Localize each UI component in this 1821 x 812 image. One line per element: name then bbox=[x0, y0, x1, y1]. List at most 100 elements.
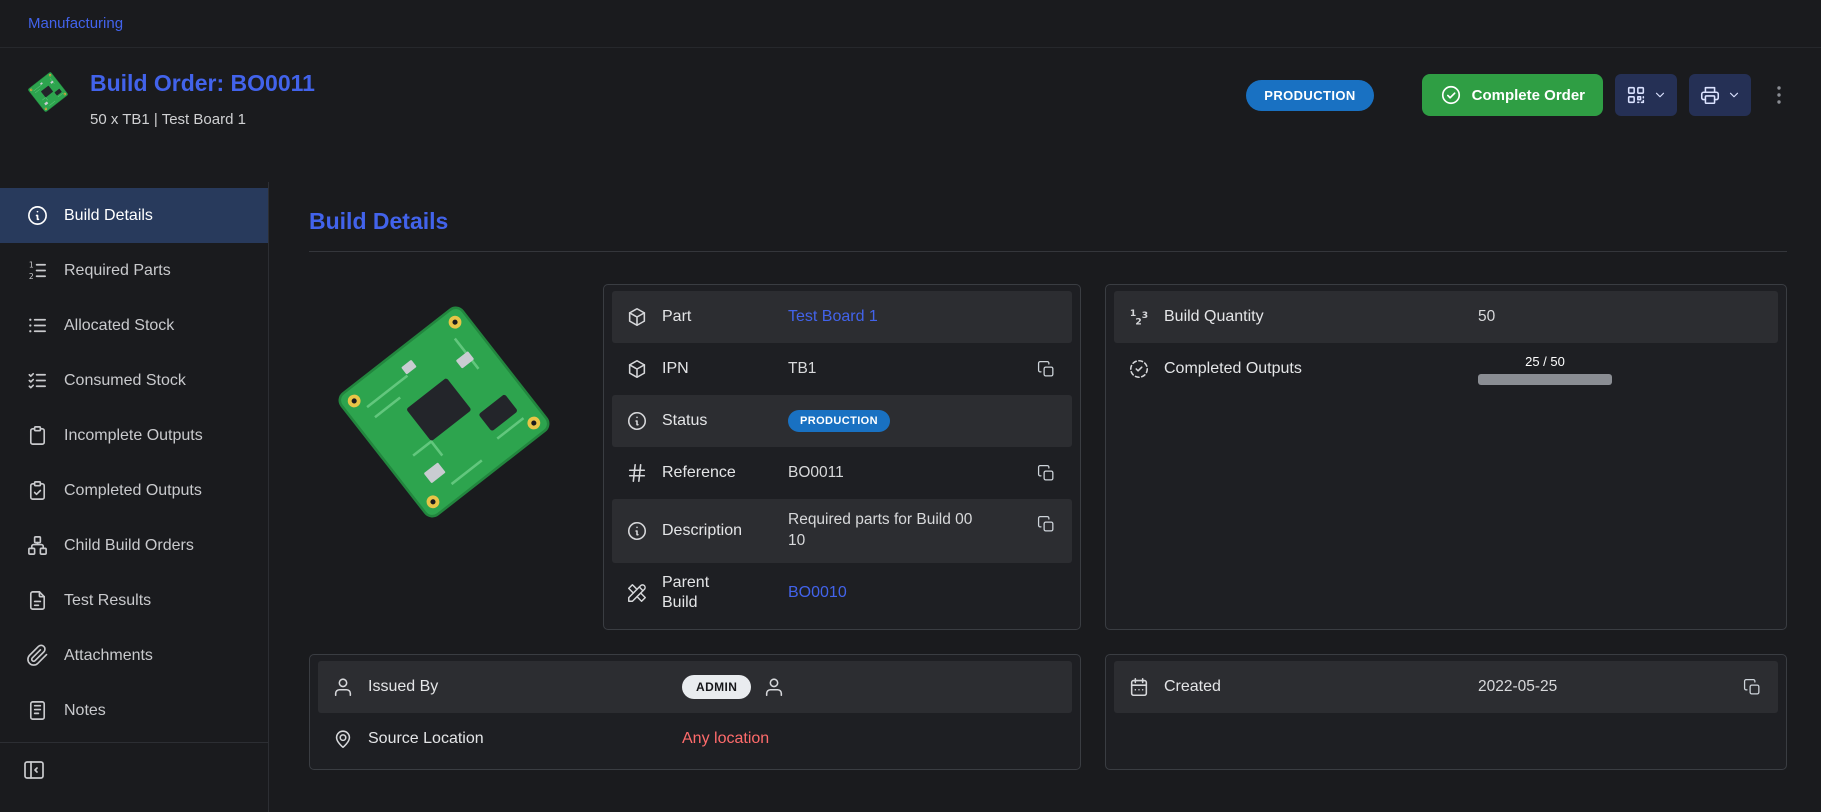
main-content: Build Details Part Test Board 1 bbox=[269, 182, 1821, 812]
sidebar-item-consumed-stock[interactable]: Consumed Stock bbox=[0, 353, 268, 408]
detail-row-part: Part Test Board 1 bbox=[612, 291, 1072, 343]
detail-row-status: Status PRODUCTION bbox=[612, 395, 1072, 447]
copy-ipn-button[interactable] bbox=[1035, 358, 1058, 381]
completed-outputs-label: Completed Outputs bbox=[1164, 359, 1464, 379]
part-image[interactable] bbox=[309, 284, 579, 630]
part-link[interactable]: Test Board 1 bbox=[788, 306, 1058, 328]
row-issued-by: Issued By ADMIN bbox=[318, 661, 1072, 713]
page-subtitle: 50 x TB1 | Test Board 1 bbox=[90, 111, 315, 128]
sidebar-item-incomplete-outputs[interactable]: Incomplete Outputs bbox=[0, 408, 268, 463]
header-titles: Build Order: BO0011 50 x TB1 | Test Boar… bbox=[90, 70, 315, 128]
sidebar-item-label: Completed Outputs bbox=[64, 482, 202, 500]
copy-icon bbox=[1037, 515, 1056, 534]
sidebar-item-required-parts[interactable]: Required Parts bbox=[0, 243, 268, 298]
user-icon bbox=[763, 676, 785, 698]
hash-icon bbox=[626, 462, 648, 484]
sidebar-item-completed-outputs[interactable]: Completed Outputs bbox=[0, 463, 268, 518]
info-circle-icon bbox=[626, 520, 648, 542]
check-circle-icon bbox=[1440, 84, 1462, 106]
tools-icon bbox=[626, 582, 648, 604]
sidebar-item-test-results[interactable]: Test Results bbox=[0, 573, 268, 628]
copy-reference-button[interactable] bbox=[1035, 462, 1058, 485]
notes-icon bbox=[26, 699, 49, 722]
section-divider bbox=[309, 251, 1787, 252]
sidebar-item-label: Notes bbox=[64, 702, 106, 720]
copy-description-button[interactable] bbox=[1035, 513, 1058, 536]
row-completed-outputs: Completed Outputs 25 / 50 bbox=[1114, 343, 1778, 395]
sidebar-item-label: Required Parts bbox=[64, 262, 171, 280]
detail-row-reference: Reference BO0011 bbox=[612, 447, 1072, 499]
sidebar-item-label: Allocated Stock bbox=[64, 317, 174, 335]
copy-created-button[interactable] bbox=[1741, 676, 1764, 699]
progress-check-icon bbox=[1128, 358, 1150, 380]
package-icon bbox=[626, 306, 648, 328]
created-card: Created 2022-05-25 bbox=[1105, 654, 1787, 770]
sitemap-icon bbox=[26, 534, 49, 557]
clipboard-check-icon bbox=[26, 479, 49, 502]
status-label: Status bbox=[662, 411, 774, 431]
list-check-icon bbox=[26, 369, 49, 392]
complete-order-label: Complete Order bbox=[1472, 87, 1585, 104]
created-value: 2022-05-25 bbox=[1478, 677, 1727, 698]
description-label: Description bbox=[662, 521, 774, 541]
breadcrumb: Manufacturing bbox=[0, 0, 1821, 48]
sidebar-item-label: Consumed Stock bbox=[64, 372, 186, 390]
header-actions: PRODUCTION Complete Order bbox=[1246, 74, 1791, 116]
collapse-sidebar-icon bbox=[22, 758, 46, 782]
completed-outputs-progress: 25 / 50 bbox=[1478, 353, 1612, 385]
build-thumbnail[interactable] bbox=[24, 68, 72, 116]
row-created: Created 2022-05-25 bbox=[1114, 661, 1778, 713]
sidebar-collapse-button[interactable] bbox=[22, 753, 62, 787]
complete-order-button[interactable]: Complete Order bbox=[1422, 74, 1603, 116]
chevron-down-icon bbox=[1653, 88, 1667, 102]
ipn-value: TB1 bbox=[788, 359, 1021, 380]
ipn-label: IPN bbox=[662, 359, 774, 379]
build-quantity-label: Build Quantity bbox=[1164, 307, 1464, 327]
sidebar-item-label: Child Build Orders bbox=[64, 537, 194, 555]
page-title: Build Order: BO0011 bbox=[90, 70, 315, 97]
source-location-label: Source Location bbox=[368, 729, 668, 749]
issued-by-label: Issued By bbox=[368, 677, 668, 697]
copy-icon bbox=[1037, 464, 1056, 483]
user-icon bbox=[332, 676, 354, 698]
paperclip-icon bbox=[26, 644, 49, 667]
sidebar-item-child-build-orders[interactable]: Child Build Orders bbox=[0, 518, 268, 573]
sidebar-item-label: Test Results bbox=[64, 592, 151, 610]
sidebar-item-notes[interactable]: Notes bbox=[0, 683, 268, 738]
status-badge: PRODUCTION bbox=[1246, 80, 1373, 111]
progress-text: 25 / 50 bbox=[1525, 353, 1565, 371]
row-source-location: Source Location Any location bbox=[318, 713, 1072, 765]
issued-card: Issued By ADMIN Source Location Any loca… bbox=[309, 654, 1081, 770]
list-icon bbox=[26, 314, 49, 337]
section-title: Build Details bbox=[309, 208, 1787, 235]
parent-build-label: Parent Build bbox=[662, 573, 724, 613]
description-value: Required parts for Build 0010 bbox=[788, 510, 980, 552]
barcode-actions-button[interactable] bbox=[1615, 74, 1677, 116]
reference-value: BO0011 bbox=[788, 463, 1021, 484]
page-header: Build Order: BO0011 50 x TB1 | Test Boar… bbox=[0, 48, 1821, 182]
printer-icon bbox=[1699, 84, 1721, 106]
sidebar-item-allocated-stock[interactable]: Allocated Stock bbox=[0, 298, 268, 353]
build-quantity-value: 50 bbox=[1478, 307, 1764, 328]
qrcode-icon bbox=[1625, 84, 1647, 106]
issued-by-badge: ADMIN bbox=[682, 675, 751, 699]
sidebar-divider bbox=[0, 742, 268, 743]
file-icon bbox=[26, 589, 49, 612]
sidebar-item-attachments[interactable]: Attachments bbox=[0, 628, 268, 683]
list-numbers-icon bbox=[26, 259, 49, 282]
sidebar-item-label: Incomplete Outputs bbox=[64, 427, 203, 445]
breadcrumb-manufacturing-link[interactable]: Manufacturing bbox=[28, 15, 123, 32]
package-icon bbox=[626, 358, 648, 380]
sidebar-item-build-details[interactable]: Build Details bbox=[0, 188, 268, 243]
build-details-card: Part Test Board 1 IPN TB1 bbox=[603, 284, 1081, 630]
detail-row-parent-build: Parent Build BO0010 bbox=[612, 563, 1072, 623]
pcb-thumbnail-image bbox=[24, 68, 72, 116]
more-actions-button[interactable] bbox=[1767, 74, 1791, 116]
calendar-icon bbox=[1128, 676, 1150, 698]
info-circle-icon bbox=[26, 204, 49, 227]
quantity-card: Build Quantity 50 Completed Outputs 25 /… bbox=[1105, 284, 1787, 630]
map-pin-icon bbox=[332, 728, 354, 750]
print-actions-button[interactable] bbox=[1689, 74, 1751, 116]
clipboard-icon bbox=[26, 424, 49, 447]
parent-build-link[interactable]: BO0010 bbox=[788, 582, 1058, 604]
